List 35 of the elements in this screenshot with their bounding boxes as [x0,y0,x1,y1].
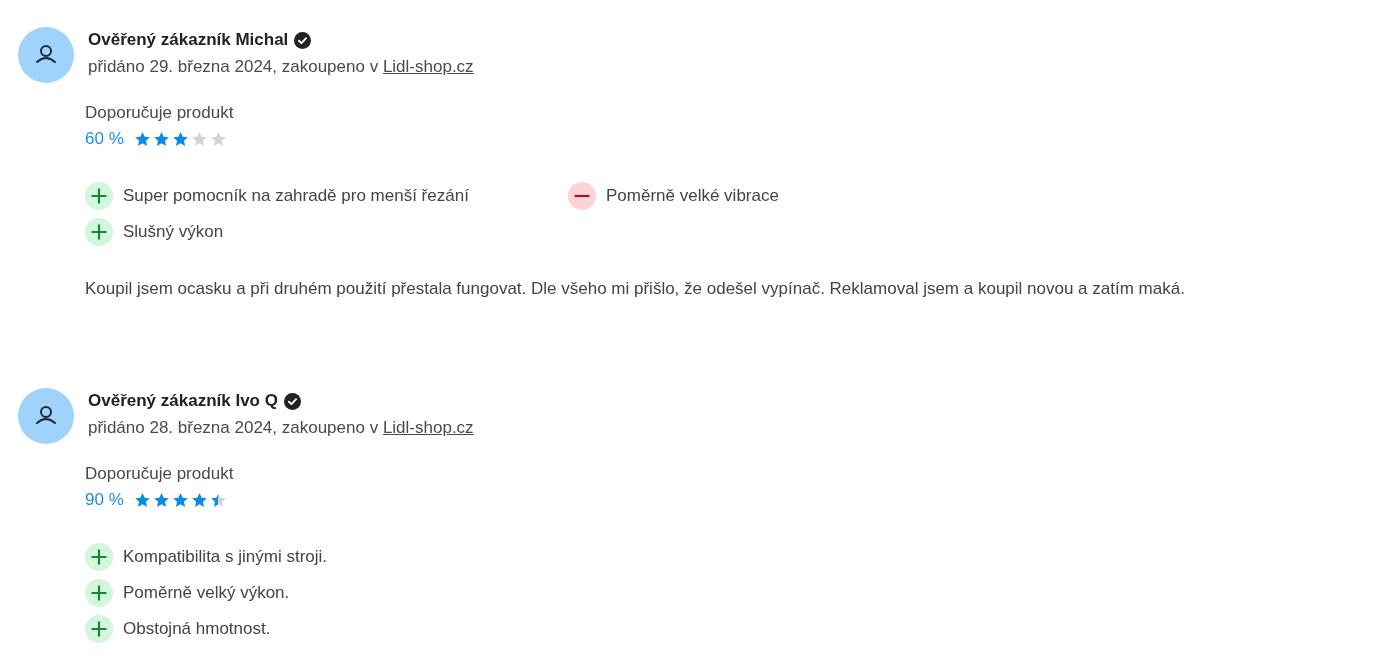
rating-percent: 60 % [85,129,124,149]
star-icon [152,491,170,509]
con-text: Poměrně velké vibrace [606,186,779,206]
pro-text: Obstojná hmotnost. [123,619,271,639]
pro-text: Poměrně velký výkon. [123,583,290,603]
rating-percent: 90 % [85,490,124,510]
star-icon [209,130,227,148]
plus-icon [85,218,113,246]
review-text: Koupil jsem ocasku a při druhém použití přestala fungovat. Dle všeho mi přišlo, že odešel vypínač. Reklamoval jsem a koupil novou a zatím maká. [85,278,1186,300]
star-icon [190,130,208,148]
plus-icon [85,579,113,607]
plus-icon [85,615,113,643]
shop-link[interactable]: Lidl-shop.cz [382,57,474,76]
plus-icon [85,182,113,210]
review-meta: přidáno 28. března 2024, zakoupeno v Lidl-shop.cz [88,417,474,439]
pro-text: Slušný výkon [123,222,224,242]
minus-icon [568,182,596,210]
star-icon [152,130,170,148]
recommend-label: Doporučuje produkt [85,102,235,124]
star-icon [171,491,189,509]
pro-text: Kompatibilita s jinými stroji. [123,547,328,567]
star-icon [133,491,151,509]
star-icon [190,491,208,509]
recommend-label: Doporučuje produkt [85,463,235,485]
star-icon [209,491,227,509]
plus-icon [85,543,113,571]
star-icon [171,130,189,148]
reviewer-name: Ověřený zákazník Ivo Q [88,391,278,411]
shop-link[interactable]: Lidl-shop.cz [382,418,474,437]
star-icon [133,130,151,148]
reviewer-name: Ověřený zákazník Michal [88,30,289,50]
review-meta: přidáno 29. března 2024, zakoupeno v Lidl-shop.cz [88,56,474,78]
pro-text: Super pomocník na zahradě pro menší řezání [123,186,469,206]
avatar-icon [18,27,74,83]
avatar-icon [18,388,74,444]
